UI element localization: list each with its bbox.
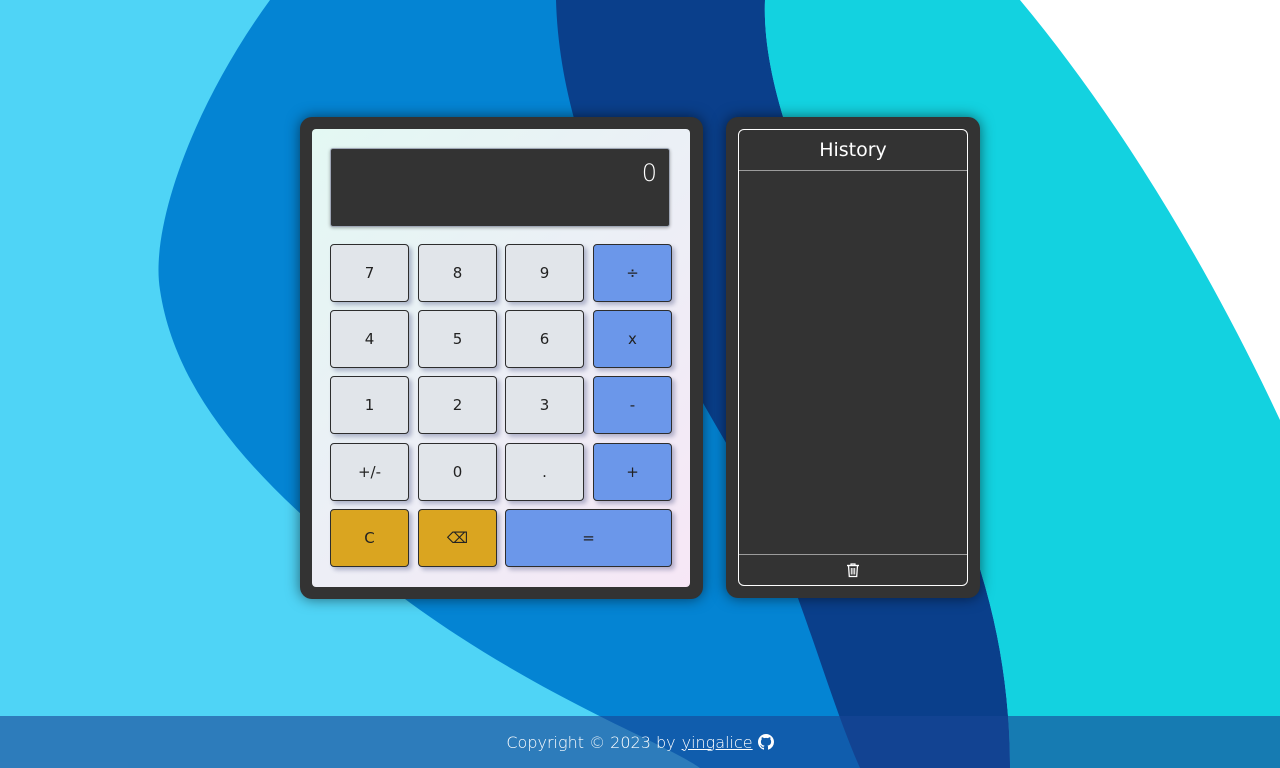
key-subtract-button[interactable]: - — [593, 376, 672, 434]
copyright-text: Copyright © 2023 by — [506, 732, 676, 752]
history-list[interactable] — [739, 171, 967, 555]
key-6-button[interactable]: 6 — [505, 310, 584, 368]
history-panel: History — [726, 117, 980, 598]
key-4-button[interactable]: 4 — [330, 310, 409, 368]
history-footer — [739, 554, 967, 585]
key-add-button[interactable]: + — [593, 443, 672, 501]
history-box: History — [738, 129, 968, 586]
calculator-display: 0 — [330, 148, 670, 227]
key-8-button[interactable]: 8 — [418, 244, 497, 302]
key-clear-button[interactable]: C — [330, 509, 409, 567]
trash-icon[interactable] — [846, 562, 860, 578]
key-1-button[interactable]: 1 — [330, 376, 409, 434]
key-backspace-button[interactable]: ⌫ — [418, 509, 497, 567]
key-decimal-button[interactable]: . — [505, 443, 584, 501]
key-divide-button[interactable]: ÷ — [593, 244, 672, 302]
key-multiply-button[interactable]: x — [593, 310, 672, 368]
key-9-button[interactable]: 9 — [505, 244, 584, 302]
key-3-button[interactable]: 3 — [505, 376, 584, 434]
history-title: History — [739, 130, 967, 171]
footer: Copyright © 2023 by yingalice — [0, 716, 1280, 768]
key-5-button[interactable]: 5 — [418, 310, 497, 368]
key-negate-button[interactable]: +/- — [330, 443, 409, 501]
key-2-button[interactable]: 2 — [418, 376, 497, 434]
key-7-button[interactable]: 7 — [330, 244, 409, 302]
key-0-button[interactable]: 0 — [418, 443, 497, 501]
calculator-body: 0 7 8 9 ÷ 4 5 6 x 1 2 3- +/- 0. + C ⌫ = — [312, 129, 690, 587]
calculator: 0 7 8 9 ÷ 4 5 6 x 1 2 3- +/- 0. + C ⌫ = — [300, 117, 703, 599]
key-equals-button[interactable]: = — [505, 509, 672, 567]
author-link[interactable]: yingalice — [682, 733, 753, 752]
display-value: 0 — [641, 159, 657, 187]
github-icon[interactable] — [757, 734, 774, 750]
